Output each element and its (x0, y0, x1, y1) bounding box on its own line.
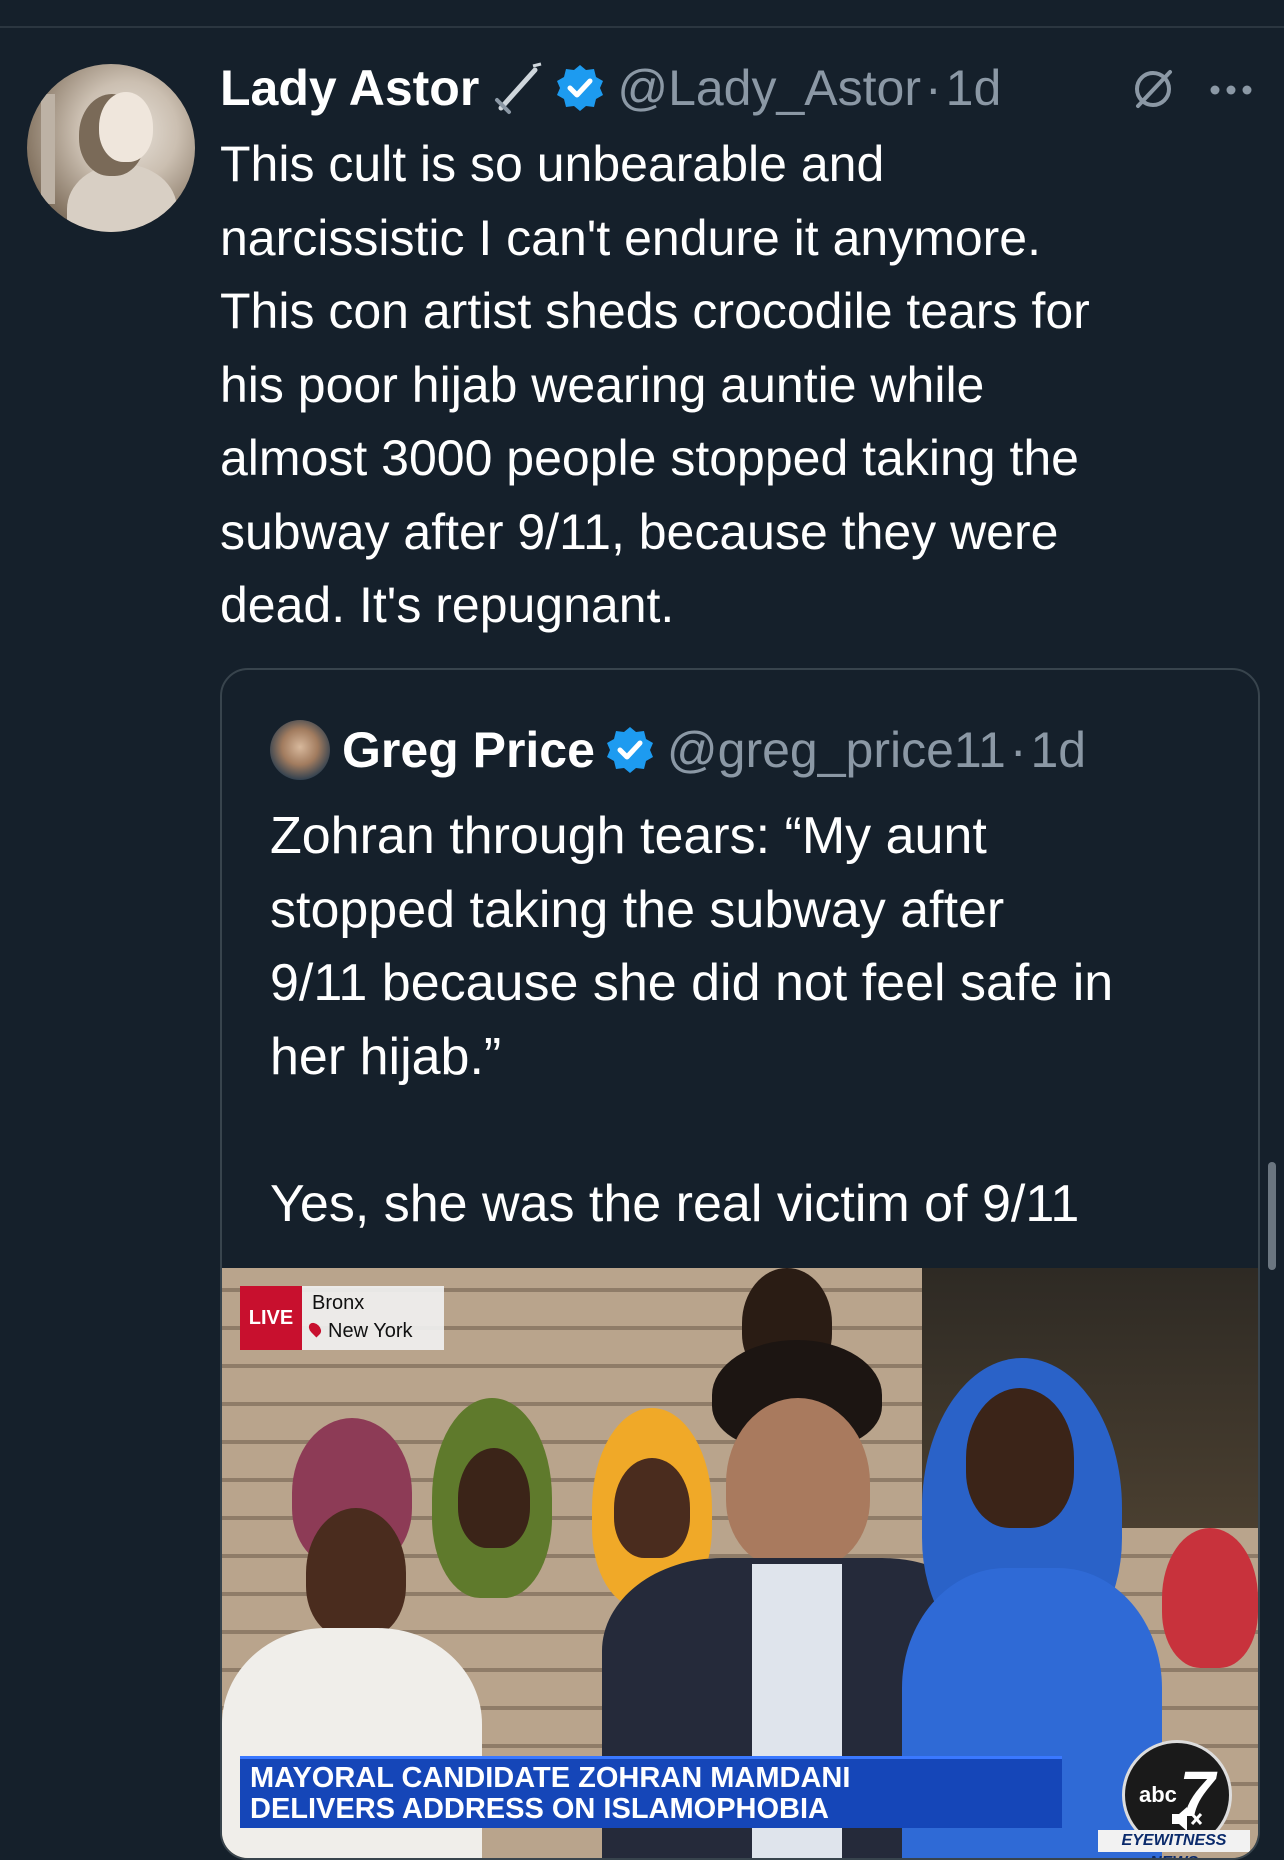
tweet-header: Lady Astor @Lady_Astor · 1d (220, 56, 1001, 120)
quoted-text-line: her hijab.” (270, 1027, 502, 1086)
scrollbar-thumb[interactable] (1268, 1162, 1276, 1270)
tweet-text-line: This con artist sheds crocodile tears fo… (220, 283, 1090, 339)
headline-line: DELIVERS ADDRESS ON ISLAMOPHOBIA (250, 1793, 829, 1825)
location-state: New York (328, 1320, 413, 1342)
live-location-box: LIVE Bronx New York (240, 1286, 444, 1350)
quoted-text-line: Zohran through tears: “My aunt (270, 807, 987, 865)
person-left-face (306, 1508, 406, 1638)
separator-dot: · (925, 60, 942, 116)
speaker-face (726, 1398, 870, 1568)
quoted-author-avatar[interactable] (270, 720, 330, 780)
quoted-tweet-card[interactable]: Greg Price @greg_price11 · 1d Zohran thr… (220, 668, 1260, 1860)
station-tagline: EYEWITNESS NEWS (1098, 1830, 1250, 1858)
verified-icon (606, 727, 653, 773)
tweet-text-line: his poor hijab wearing auntie while (220, 356, 985, 413)
tweet-text-line: This cult is so unbearable and (220, 136, 885, 192)
author-name[interactable]: Lady Astor (220, 59, 479, 117)
video-thumbnail[interactable]: LIVE Bronx New York MAYORAL CANDIDATE ZO… (222, 1268, 1258, 1858)
person-green-face (458, 1448, 530, 1548)
mute-icon[interactable] (1130, 66, 1176, 112)
headline-line: MAYORAL CANDIDATE ZOHRAN MAMDANI (250, 1762, 851, 1794)
tweet-time[interactable]: 1d (946, 59, 1002, 117)
quoted-text-line: Yes, she was the real victim of 9/11 (270, 1174, 1080, 1233)
quoted-author-handle[interactable]: @greg_price11 (667, 721, 1006, 779)
author-handle[interactable]: @Lady_Astor (617, 59, 921, 117)
person-blue-face (966, 1388, 1074, 1528)
tweet-text-line: dead. It's repugnant. (220, 577, 675, 633)
news-headline-banner: MAYORAL CANDIDATE ZOHRAN MAMDANI DELIVER… (240, 1756, 1062, 1828)
top-divider (0, 26, 1284, 28)
separator-dot: · (1009, 722, 1027, 778)
quoted-tweet-header: Greg Price @greg_price11 · 1d (342, 718, 1086, 782)
more-icon[interactable] (1208, 80, 1254, 100)
quoted-tweet-text: Zohran through tears: “My aunt stopped t… (270, 800, 1250, 1241)
quoted-author-name[interactable]: Greg Price (342, 721, 595, 779)
location-pin-icon (306, 1320, 324, 1338)
tweet-text-line: almost 3000 people stopped taking the (220, 430, 1079, 486)
live-badge: LIVE (240, 1286, 302, 1350)
quoted-text-blank-line (270, 1094, 1250, 1168)
quoted-tweet-time[interactable]: 1d (1030, 721, 1086, 779)
person-right (1162, 1528, 1258, 1668)
sword-icon (495, 62, 542, 114)
person-yellow-face (614, 1458, 690, 1558)
verified-icon (557, 65, 604, 111)
location-label: Bronx New York (302, 1286, 444, 1350)
quoted-text-line: stopped taking the subway after (270, 880, 1005, 939)
tweet-text-line: narcissistic I can't endure it anymore. (220, 209, 1041, 266)
location-city: Bronx (312, 1292, 365, 1314)
tweet-text: This cult is so unbearable and narcissis… (220, 128, 1260, 643)
tweet-text-line: subway after 9/11, because they were (220, 503, 1059, 560)
quoted-text-line: 9/11 because she did not feel safe in (270, 954, 1114, 1012)
author-avatar[interactable] (27, 64, 195, 232)
